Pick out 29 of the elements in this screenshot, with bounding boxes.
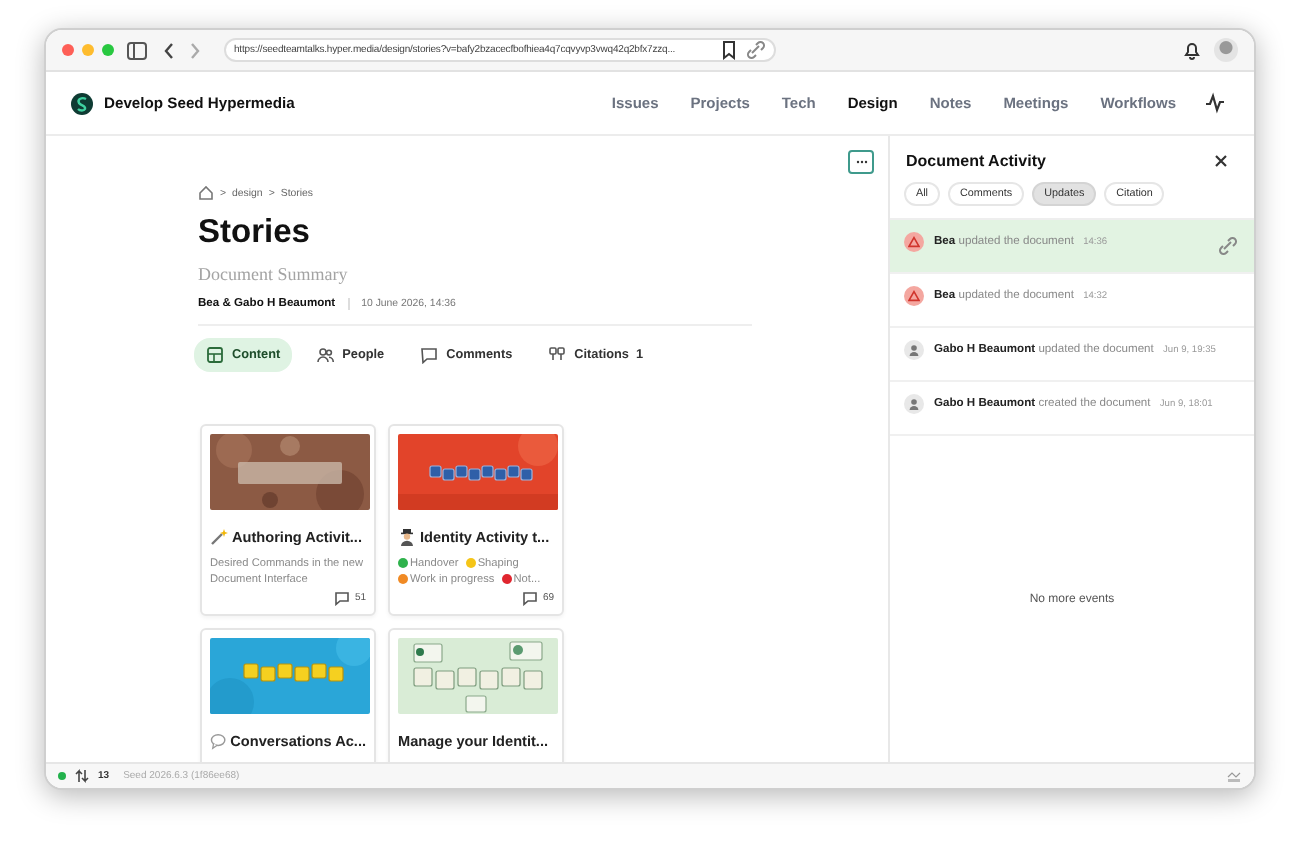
copy-link-icon[interactable] [1218,236,1238,256]
sync-icon [74,768,90,784]
comment-icon [522,590,539,606]
panel-title: Document Activity [906,152,1046,170]
home-icon[interactable] [198,184,214,202]
forward-icon[interactable] [188,39,204,61]
sidebar-icon[interactable] [126,39,148,61]
wand-icon [210,528,228,546]
avatar[interactable] [1214,38,1238,62]
activity-icon[interactable] [1204,92,1226,114]
document-grid-icon [206,346,224,364]
document-title: Stories [198,214,312,252]
speech-bubble-icon [210,732,227,750]
person-icon [398,528,416,546]
close-button[interactable] [1212,152,1230,170]
close-window-icon[interactable] [62,44,74,56]
network-icon [1226,768,1242,784]
bookmark-icon[interactable] [720,40,738,60]
document-summary: Document Summary [198,264,350,284]
back-icon[interactable] [160,39,176,61]
comment-icon [334,590,351,606]
comment-icon [420,346,439,364]
citations-icon [548,346,567,364]
seed-logo-icon [70,91,94,115]
people-icon [316,346,335,364]
bell-icon[interactable] [1182,40,1202,60]
link-icon[interactable] [746,40,766,60]
more-button[interactable] [848,150,874,174]
zoom-window-icon[interactable] [102,44,114,56]
